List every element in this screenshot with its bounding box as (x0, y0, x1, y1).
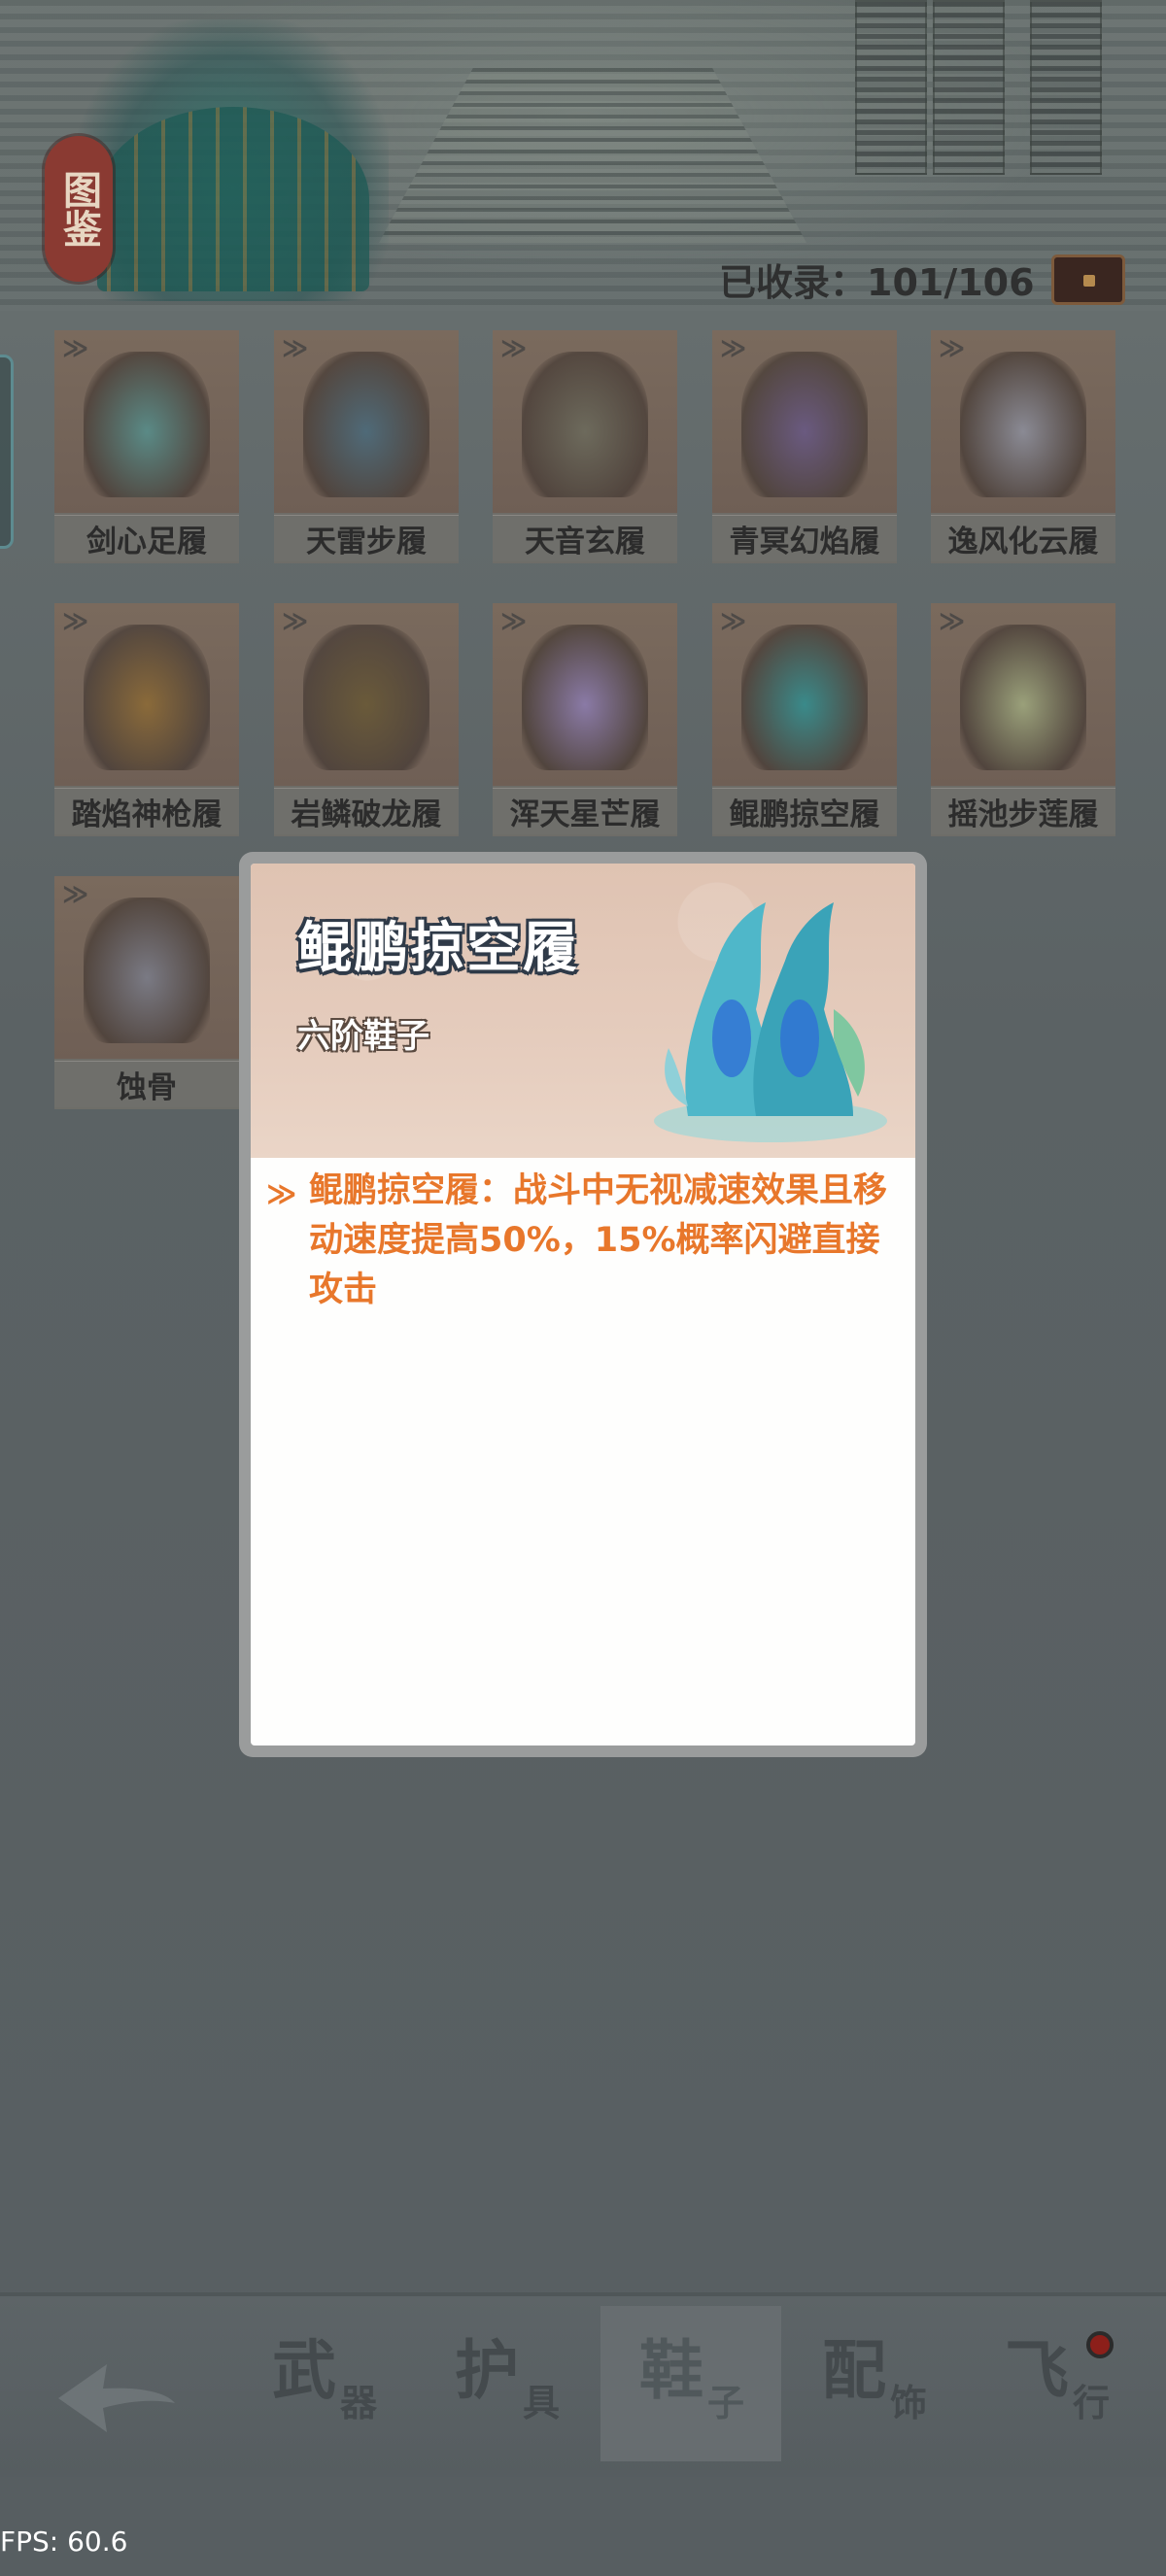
collection-item[interactable]: ≫ 踏焰神枪履 (54, 603, 239, 836)
boots-art (654, 902, 887, 1142)
item-name: 天雷步履 (274, 515, 459, 561)
item-mark-icon: ≫ (62, 334, 89, 363)
boots-icon (522, 352, 648, 497)
item-name: 剑心足履 (54, 515, 239, 561)
collection-item[interactable]: ≫ 逸风化云履 (931, 330, 1115, 563)
collection-badge-label: 图鉴 (56, 170, 102, 248)
collection-item[interactable]: ≫ 摇池步莲履 (931, 603, 1115, 836)
back-arrow-icon[interactable] (49, 2355, 185, 2442)
item-thumbnail: ≫ (493, 330, 677, 513)
collection-item[interactable]: ≫ 蚀骨 (54, 876, 239, 1109)
item-mark-icon: ≫ (500, 607, 528, 636)
scroll-panel-art (933, 0, 1005, 175)
item-thumbnail: ≫ (712, 603, 897, 786)
item-name: 蚀骨 (54, 1061, 239, 1107)
item-mark-icon: ≫ (939, 607, 966, 636)
boots-icon (960, 625, 1086, 770)
item-name: 岩鳞破龙履 (274, 788, 459, 834)
item-thumbnail: ≫ (712, 330, 897, 513)
boots-icon (84, 898, 210, 1043)
popup-content: 鲲鹏掠空履 六阶鞋子 ≫ 鲲鹏掠空履：战斗中无视减速效果且移动速度提高50%，1… (251, 864, 915, 1746)
tab-shoes[interactable]: 鞋 子 (600, 2306, 781, 2461)
item-name: 天音玄履 (493, 515, 677, 561)
item-mark-icon: ≫ (939, 334, 966, 363)
collection-item[interactable]: ≫ 青冥幻焰履 (712, 330, 897, 563)
scroll-panel-art (1030, 0, 1102, 175)
tab-weapons[interactable]: 武 器 (233, 2306, 414, 2461)
scroll-panel-art (855, 0, 927, 175)
boots-icon (84, 625, 210, 770)
item-mark-icon: ≫ (720, 334, 747, 363)
fps-counter: FPS: 60.6 (0, 2525, 128, 2558)
tab-armor[interactable]: 护 具 (416, 2306, 597, 2461)
collection-item[interactable]: ≫ 剑心足履 (54, 330, 239, 563)
item-mark-icon: ≫ (500, 334, 528, 363)
chest-icon[interactable] (1051, 254, 1125, 305)
tab-accessories[interactable]: 配 饰 (783, 2306, 964, 2461)
notification-dot (1086, 2331, 1114, 2358)
collection-item[interactable]: ≫ 浑天星芒履 (493, 603, 677, 836)
collection-item[interactable]: ≫ 天雷步履 (274, 330, 459, 563)
boots-icon (84, 352, 210, 497)
item-detail-popup[interactable]: 鲲鹏掠空履 六阶鞋子 ≫ 鲲鹏掠空履：战斗中无视减速效果且移动速度提高50%，1… (239, 852, 927, 1757)
boots-icon (741, 352, 868, 497)
boots-icon (303, 625, 429, 770)
boots-icon (960, 352, 1086, 497)
item-name: 摇池步莲履 (931, 788, 1115, 834)
item-thumbnail: ≫ (274, 330, 459, 513)
header-emblem-art (78, 19, 389, 301)
item-thumbnail: ≫ (54, 330, 239, 513)
collection-item[interactable]: ≫ 天音玄履 (493, 330, 677, 563)
popup-subtitle: 六阶鞋子 (297, 1017, 429, 1056)
collected-count: 已收录：101/106 (719, 260, 1035, 304)
item-thumbnail: ≫ (54, 876, 239, 1059)
collection-item[interactable]: ≫ 岩鳞破龙履 (274, 603, 459, 836)
popup-title: 鲲鹏掠空履 (297, 917, 579, 980)
bottom-nav: 武 器 护 具 鞋 子 配 饰 飞 行 (0, 2292, 1166, 2477)
collection-item[interactable]: ≫ 鲲鹏掠空履 (712, 603, 897, 836)
item-name: 逸风化云履 (931, 515, 1115, 561)
item-thumbnail: ≫ (54, 603, 239, 786)
boots-icon (303, 352, 429, 497)
item-thumbnail: ≫ (274, 603, 459, 786)
item-thumbnail: ≫ (931, 330, 1115, 513)
item-name: 浑天星芒履 (493, 788, 677, 834)
popup-header: 鲲鹏掠空履 六阶鞋子 (251, 864, 915, 1158)
item-name: 鲲鹏掠空履 (712, 788, 897, 834)
item-name: 青冥幻焰履 (712, 515, 897, 561)
item-thumbnail: ≫ (493, 603, 677, 786)
boots-icon (741, 625, 868, 770)
tab-flying[interactable]: 飞 行 (966, 2306, 1147, 2461)
item-mark-icon: ≫ (62, 880, 89, 909)
item-thumbnail: ≫ (931, 603, 1115, 786)
item-mark-icon: ≫ (62, 607, 89, 636)
item-mark-icon: ≫ (282, 334, 309, 363)
boots-icon (522, 625, 648, 770)
collection-badge: 图鉴 (45, 136, 113, 282)
side-tab[interactable] (0, 355, 14, 549)
description-bullet-icon: ≫ (266, 1177, 297, 1211)
item-mark-icon: ≫ (282, 607, 309, 636)
popup-description: 鲲鹏掠空履：战斗中无视减速效果且移动速度提高50%，15%概率闪避直接攻击 (309, 1171, 888, 1309)
item-mark-icon: ≫ (720, 607, 747, 636)
item-name: 踏焰神枪履 (54, 788, 239, 834)
